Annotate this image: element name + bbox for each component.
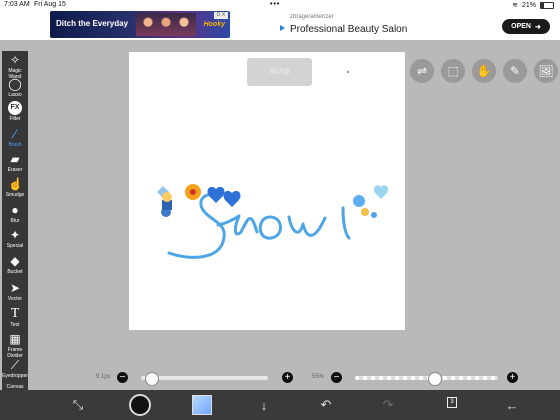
- tool-text[interactable]: T Text: [2, 305, 28, 331]
- brush-size-label: 9.1px: [96, 374, 111, 380]
- hidden-hint-button: AVAB: [247, 58, 312, 86]
- battery-label: 21%: [521, 1, 536, 9]
- hand-icon: ✋: [476, 64, 492, 78]
- redo-icon: ↷: [382, 397, 394, 412]
- drawing-canvas[interactable]: [129, 52, 405, 330]
- tool-eraser[interactable]: ▰ Eraser: [2, 150, 28, 176]
- arrow-right-icon: ➜: [534, 23, 541, 31]
- opacity-minus-button[interactable]: −: [331, 372, 342, 383]
- select-icon: ⬚: [447, 64, 459, 78]
- battery-icon: [540, 1, 554, 9]
- back-button[interactable]: ←: [501, 395, 523, 415]
- hand-button[interactable]: ✋: [472, 59, 496, 83]
- opacity-slider-knob[interactable]: [427, 372, 442, 386]
- undo-button[interactable]: ↶: [315, 395, 337, 415]
- size-plus-button[interactable]: +: [282, 372, 293, 383]
- brush-texture-button[interactable]: [191, 395, 213, 415]
- brush-icon: ⁄: [13, 127, 16, 141]
- tool-label: Vector: [7, 296, 23, 302]
- layers-icon: 3: [439, 395, 461, 415]
- tool-bucket[interactable]: ◆ Bucket: [2, 252, 28, 278]
- ad-left-brand: Hooky: [203, 21, 225, 28]
- transform-button[interactable]: ⤡: [67, 395, 89, 415]
- size-slider-track[interactable]: [141, 376, 268, 380]
- ad-close-badge[interactable]: D X: [214, 12, 228, 19]
- drawing-art: [157, 70, 389, 259]
- ad-open-label: OPEN: [511, 23, 531, 30]
- layers-button[interactable]: 3: [439, 395, 461, 415]
- color-picker-button[interactable]: [129, 394, 151, 416]
- ad-play-icon: [280, 25, 285, 31]
- tool-label: Lasso: [8, 92, 22, 98]
- bottom-toolbar: ⤡ ↓ ↶ ↷ 3 ←: [0, 390, 560, 420]
- tool-label: Eraser: [7, 167, 23, 173]
- ad-banner-left[interactable]: Ditch the Everyday Hooky D X: [50, 11, 230, 38]
- toggle-icon: ⇌: [416, 64, 428, 78]
- tool-frame-divider[interactable]: ▦ Frame Divider: [2, 330, 28, 359]
- wifi-icon: ≋: [512, 2, 518, 9]
- status-bar: 7:03 AM Fri Aug 15 ••• ≋ 21%: [0, 0, 560, 9]
- tool-label: Special: [6, 243, 24, 249]
- bucket-icon: ◆: [10, 254, 20, 268]
- layers-count: 3: [447, 397, 457, 408]
- opacity-label: 55%: [312, 374, 325, 380]
- ad-right-title: Professional Beauty Salon: [290, 24, 408, 35]
- tool-vector[interactable]: ➤ Vector: [2, 279, 28, 305]
- arrow-down-icon: ↓: [260, 397, 268, 413]
- size-slider-knob[interactable]: [145, 372, 160, 386]
- tool-label: Brush: [8, 142, 22, 148]
- ad-open-button[interactable]: OPEN ➜: [502, 19, 550, 34]
- texture-swatch: [192, 395, 212, 415]
- tool-filter[interactable]: FX Filter: [2, 99, 28, 125]
- tool-label: Filter: [9, 116, 21, 122]
- tool-lasso[interactable]: ◯ Lasso: [2, 75, 28, 101]
- ad-right-source: zbrageramenzer: [290, 14, 334, 20]
- tool-magic-wand[interactable]: ✧ Magic Wand: [2, 51, 28, 80]
- blur-icon: ●: [11, 203, 19, 217]
- tool-special[interactable]: ✦ Special: [2, 226, 28, 252]
- size-minus-button[interactable]: −: [117, 372, 128, 383]
- tool-smudge[interactable]: ☝ Smudge: [2, 175, 28, 201]
- arrow-left-icon: ←: [505, 397, 519, 413]
- tool-label: Smudge: [5, 192, 25, 198]
- status-date: Fri Aug 15: [34, 1, 66, 8]
- eraser-icon: ▰: [10, 152, 20, 166]
- slider-bar: 9.1px − + 55% − +: [0, 366, 560, 388]
- image-button[interactable]: 🖼: [534, 59, 558, 83]
- tool-brush[interactable]: ⁄ Brush: [2, 125, 28, 151]
- ad-bar: Ditch the Everyday Hooky D X zbrageramen…: [0, 9, 560, 40]
- selection-button[interactable]: ⬚: [441, 59, 465, 83]
- pen-icon: ✎: [509, 64, 521, 78]
- image-icon: 🖼: [538, 64, 554, 78]
- tool-sidebar: ✧ Magic Wand ◯ Lasso FX Filter ⁄ Brush ▰…: [2, 51, 28, 390]
- smudge-icon: ☝: [8, 177, 23, 191]
- text-icon: T: [10, 306, 20, 321]
- tool-label: Text: [10, 322, 20, 328]
- pen-button[interactable]: ✎: [503, 59, 527, 83]
- special-icon: ✦: [9, 228, 21, 242]
- status-right: ≋ 21%: [512, 1, 554, 9]
- toggle-button[interactable]: ⇌: [410, 59, 434, 83]
- ad-left-text: Ditch the Everyday: [56, 19, 129, 28]
- fx-icon: FX: [8, 101, 22, 115]
- multitask-dots[interactable]: •••: [270, 1, 280, 8]
- ad-left-image: [136, 13, 196, 36]
- color-wheel-icon: [129, 394, 151, 416]
- opacity-plus-button[interactable]: +: [507, 372, 518, 383]
- redo-button[interactable]: ↷: [377, 395, 399, 415]
- undo-icon: ↶: [320, 397, 332, 412]
- tool-label: Blur: [10, 218, 20, 224]
- import-button[interactable]: ↓: [253, 395, 275, 415]
- lasso-icon: ◯: [8, 77, 22, 91]
- transform-icon: ⤡: [72, 397, 84, 412]
- opacity-slider-track[interactable]: [355, 376, 498, 380]
- frame-divider-icon: ▦: [9, 332, 21, 346]
- tool-label: Bucket: [7, 269, 23, 275]
- vector-icon: ➤: [9, 281, 21, 295]
- ad-banner-right[interactable]: zbrageramenzer Professional Beauty Salon…: [280, 11, 558, 38]
- magic-wand-icon: ✧: [9, 53, 21, 67]
- status-time: 7:03 AM: [4, 1, 30, 8]
- tool-blur[interactable]: ● Blur: [2, 201, 28, 227]
